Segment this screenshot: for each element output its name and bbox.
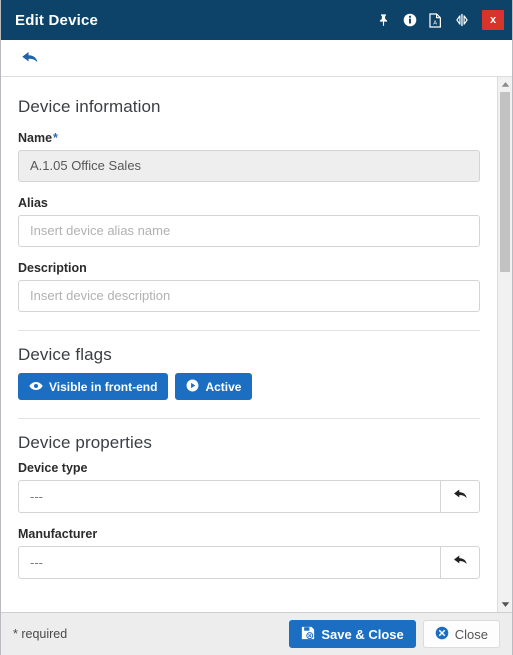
flag-visible-in-frontend-button[interactable]: Visible in front-end: [18, 373, 169, 400]
scroll-down-arrow-icon[interactable]: [498, 597, 512, 612]
flag-visible-label: Visible in front-end: [49, 379, 158, 394]
dialog-titlebar: Edit Device A x: [1, 0, 512, 40]
close-circle-icon: [435, 626, 449, 643]
reset-arrow-icon: [452, 553, 469, 573]
save-and-close-label: Save & Close: [321, 626, 404, 642]
save-and-close-button[interactable]: Save & Close: [289, 620, 416, 648]
play-circle-icon: [186, 379, 199, 395]
form-content: Device information Name* A.1.05 Office S…: [1, 77, 497, 612]
close-icon[interactable]: x: [482, 10, 504, 30]
eye-icon: [29, 380, 43, 394]
scroll-up-arrow-icon[interactable]: [498, 77, 512, 92]
dialog-footer: * required Save & Close Close: [1, 612, 512, 655]
close-button[interactable]: Close: [422, 620, 500, 648]
dialog-title: Edit Device: [15, 11, 99, 29]
label-description: Description: [18, 261, 87, 275]
manufacturer-select[interactable]: ---: [18, 546, 440, 579]
label-manufacturer: Manufacturer: [18, 527, 98, 541]
reset-arrow-icon: [452, 487, 469, 507]
svg-text:A: A: [433, 20, 437, 26]
save-icon: [301, 626, 315, 643]
name-input[interactable]: A.1.05 Office Sales: [18, 150, 480, 182]
pdf-file-icon[interactable]: A: [428, 12, 443, 28]
label-device-type: Device type: [18, 461, 88, 475]
description-input[interactable]: Insert device description: [18, 280, 480, 312]
label-name: Name*: [18, 131, 480, 145]
required-note: * required: [13, 627, 68, 641]
back-button[interactable]: [15, 45, 45, 71]
device-type-row: ---: [18, 480, 480, 513]
section-heading-device-information: Device information: [18, 97, 161, 116]
dialog-toolbar: [1, 40, 512, 77]
dialog-body: Device information Name* A.1.05 Office S…: [1, 77, 512, 612]
required-marker: *: [53, 131, 58, 145]
content-scrollbar[interactable]: [497, 77, 512, 612]
edit-device-dialog: Edit Device A x Device information Name*…: [0, 0, 513, 655]
section-heading-device-properties: Device properties: [18, 433, 152, 452]
titlebar-actions: A x: [376, 10, 506, 30]
label-alias: Alias: [18, 196, 48, 210]
scrollbar-track[interactable]: [498, 92, 512, 597]
device-type-reset-button[interactable]: [440, 480, 480, 513]
flag-active-label: Active: [205, 379, 242, 394]
pin-icon[interactable]: [376, 12, 391, 28]
label-name-text: Name: [18, 131, 53, 145]
separator-device-properties: [18, 418, 480, 419]
device-type-select[interactable]: ---: [18, 480, 440, 513]
manufacturer-row: ---: [18, 546, 480, 579]
resize-width-icon[interactable]: [454, 12, 469, 28]
close-button-label: Close: [454, 626, 488, 642]
separator-device-flags: [18, 330, 480, 331]
info-icon[interactable]: [402, 12, 417, 28]
section-heading-device-flags: Device flags: [18, 345, 112, 364]
scrollbar-thumb[interactable]: [500, 92, 510, 272]
flag-active-button[interactable]: Active: [175, 373, 253, 400]
manufacturer-reset-button[interactable]: [440, 546, 480, 579]
alias-input[interactable]: Insert device alias name: [18, 215, 480, 247]
device-flags-group: Visible in front-end Active: [18, 373, 480, 400]
